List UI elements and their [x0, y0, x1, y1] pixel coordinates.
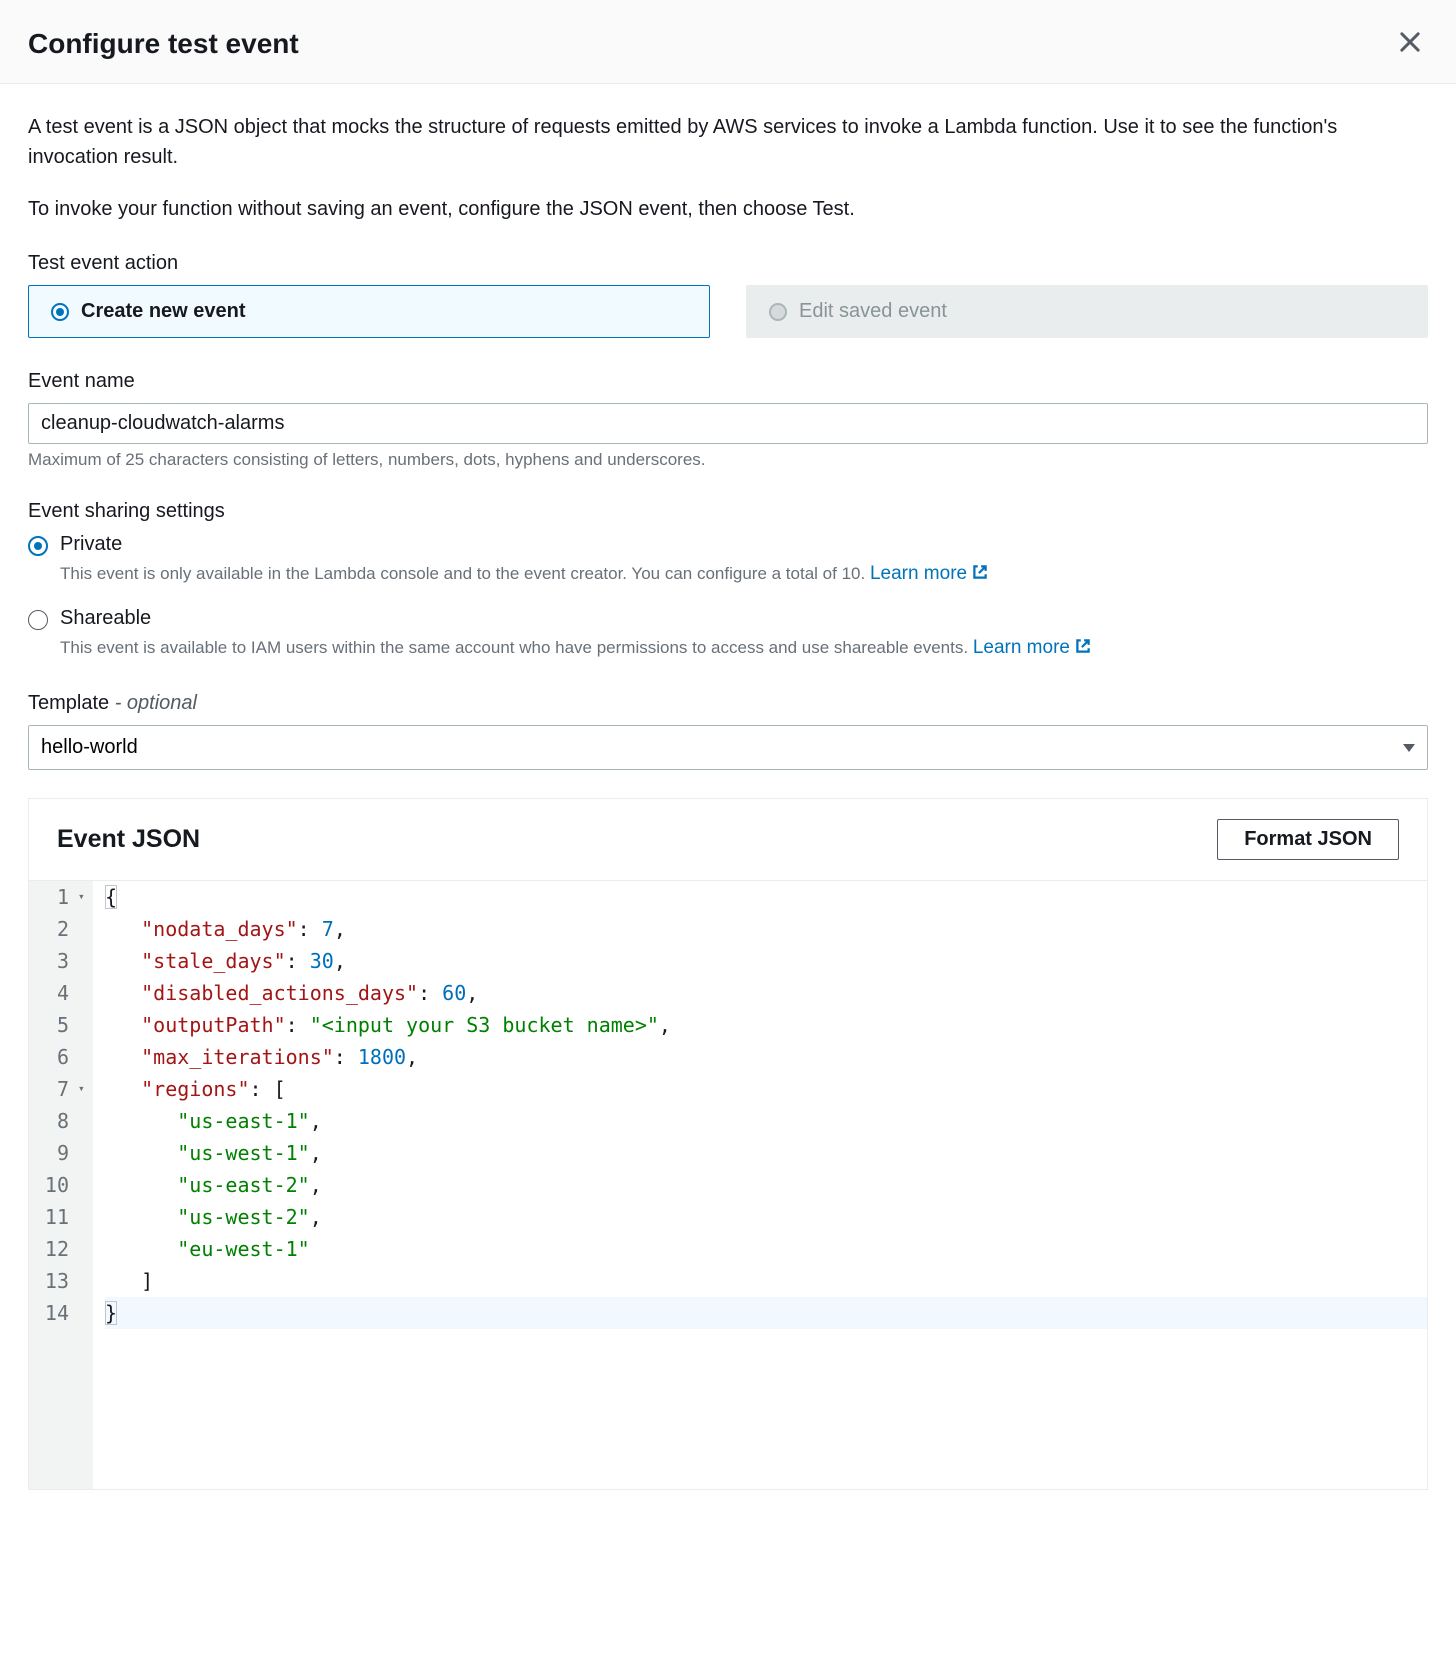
line-number: 8 [39, 1105, 83, 1137]
caret-down-icon [1403, 744, 1415, 752]
code-line[interactable]: "disabled_actions_days": 60, [105, 977, 1415, 1009]
sharing-group: Private This event is only available in … [28, 533, 1428, 664]
template-label: Template - optional [28, 692, 1428, 715]
code-line[interactable]: "regions": [ [105, 1073, 1415, 1105]
sharing-shareable-desc: This event is available to IAM users wit… [60, 634, 1428, 665]
learn-more-text: Learn more [973, 637, 1070, 658]
code-line[interactable]: "us-east-1", [105, 1105, 1415, 1137]
line-number: 2 [39, 913, 83, 945]
test-event-action-label: Test event action [28, 252, 1428, 275]
line-number: 7 [39, 1073, 83, 1105]
dialog-body: A test event is a JSON object that mocks… [0, 84, 1456, 1490]
event-name-field: Event name Maximum of 25 characters cons… [28, 370, 1428, 470]
line-number: 13 [39, 1265, 83, 1297]
code-line[interactable]: "us-west-1", [105, 1137, 1415, 1169]
code-line[interactable]: "stale_days": 30, [105, 945, 1415, 977]
intro-p2: To invoke your function without saving a… [28, 194, 1428, 224]
line-number: 9 [39, 1137, 83, 1169]
template-select[interactable]: hello-world [28, 725, 1428, 770]
close-icon [1396, 44, 1424, 59]
sharing-private-radio[interactable] [28, 536, 48, 556]
code-line[interactable]: { [105, 881, 1415, 913]
sharing-private-desc-text: This event is only available in the Lamb… [60, 564, 870, 583]
learn-more-text: Learn more [870, 563, 967, 584]
line-number: 4 [39, 977, 83, 1009]
code-line[interactable]: "us-east-2", [105, 1169, 1415, 1201]
line-number: 14 [39, 1297, 83, 1329]
create-new-event-option[interactable]: Create new event [28, 285, 710, 338]
radio-dot-icon [51, 303, 69, 321]
sharing-shareable-option[interactable]: Shareable [28, 607, 1428, 630]
edit-saved-event-label: Edit saved event [799, 300, 947, 323]
sharing-label: Event sharing settings [28, 500, 1428, 523]
external-link-icon [1074, 636, 1092, 665]
intro-p1: A test event is a JSON object that mocks… [28, 112, 1428, 172]
template-select-wrap: hello-world [28, 725, 1428, 770]
sharing-shareable-radio[interactable] [28, 610, 48, 630]
dialog-header: Configure test event [0, 0, 1456, 84]
line-number: 3 [39, 945, 83, 977]
sharing-private-label: Private [60, 533, 122, 556]
json-editor[interactable]: 1234567891011121314 { "nodata_days": 7, … [29, 880, 1427, 1489]
edit-saved-event-option: Edit saved event [746, 285, 1428, 338]
create-new-event-label: Create new event [81, 300, 246, 323]
close-button[interactable] [1392, 24, 1428, 63]
code-line[interactable]: } [105, 1297, 1427, 1329]
template-label-text: Template [28, 692, 109, 714]
sharing-private-desc: This event is only available in the Lamb… [60, 560, 1428, 591]
template-optional-text: - optional [109, 692, 197, 714]
line-number: 10 [39, 1169, 83, 1201]
sharing-shareable-desc-text: This event is available to IAM users wit… [60, 638, 973, 657]
code-line[interactable]: ] [105, 1265, 1415, 1297]
dialog-title: Configure test event [28, 28, 299, 60]
code-line[interactable]: "max_iterations": 1800, [105, 1041, 1415, 1073]
code-line[interactable]: "us-west-2", [105, 1201, 1415, 1233]
editor-gutter: 1234567891011121314 [29, 881, 93, 1489]
sharing-shareable-label: Shareable [60, 607, 151, 630]
format-json-button[interactable]: Format JSON [1217, 819, 1399, 860]
event-name-input[interactable] [28, 403, 1428, 444]
sharing-private-option[interactable]: Private [28, 533, 1428, 556]
sharing-shareable-learn-more-link[interactable]: Learn more [973, 637, 1092, 658]
external-link-icon [971, 562, 989, 591]
line-number: 11 [39, 1201, 83, 1233]
event-json-panel: Event JSON Format JSON 12345678910111213… [28, 798, 1428, 1490]
editor-code[interactable]: { "nodata_days": 7, "stale_days": 30, "d… [93, 881, 1427, 1489]
event-name-hint: Maximum of 25 characters consisting of l… [28, 450, 1428, 470]
line-number: 12 [39, 1233, 83, 1265]
code-line[interactable]: "nodata_days": 7, [105, 913, 1415, 945]
code-line[interactable]: "eu-west-1" [105, 1233, 1415, 1265]
event-json-header: Event JSON Format JSON [29, 799, 1427, 880]
template-select-value: hello-world [41, 736, 138, 759]
event-json-title: Event JSON [57, 825, 200, 854]
line-number: 6 [39, 1041, 83, 1073]
radio-dot-icon [769, 303, 787, 321]
line-number: 5 [39, 1009, 83, 1041]
intro-text: A test event is a JSON object that mocks… [28, 112, 1428, 224]
test-event-action-group: Create new event Edit saved event [28, 285, 1428, 338]
line-number: 1 [39, 881, 83, 913]
code-line[interactable]: "outputPath": "<input your S3 bucket nam… [105, 1009, 1415, 1041]
sharing-private-learn-more-link[interactable]: Learn more [870, 563, 989, 584]
event-name-label: Event name [28, 370, 1428, 393]
